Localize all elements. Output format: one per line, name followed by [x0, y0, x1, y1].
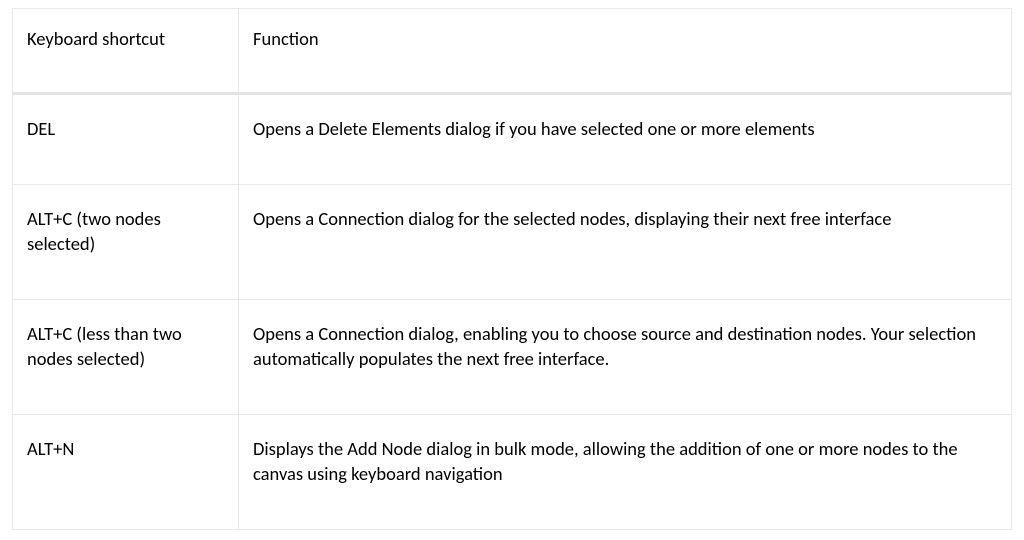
cell-shortcut: ALT+C (two nodes selected) — [13, 184, 239, 299]
cell-function: Opens a Connection dialog for the select… — [239, 184, 1012, 299]
table-row: ALT+C (less than two nodes selected) Ope… — [13, 299, 1012, 414]
table-row: DEL Opens a Delete Elements dialog if yo… — [13, 93, 1012, 184]
cell-shortcut: DEL — [13, 93, 239, 184]
cell-function: Opens a Delete Elements dialog if you ha… — [239, 93, 1012, 184]
keyboard-shortcuts-table: Keyboard shortcut Function DEL Opens a D… — [12, 8, 1012, 530]
header-function: Function — [239, 9, 1012, 94]
cell-shortcut: ALT+C (less than two nodes selected) — [13, 299, 239, 414]
header-shortcut: Keyboard shortcut — [13, 9, 239, 94]
cell-shortcut: ALT+N — [13, 414, 239, 529]
table-row: ALT+C (two nodes selected) Opens a Conne… — [13, 184, 1012, 299]
table-header-row: Keyboard shortcut Function — [13, 9, 1012, 94]
cell-function: Opens a Connection dialog, enabling you … — [239, 299, 1012, 414]
table-row: ALT+N Displays the Add Node dialog in bu… — [13, 414, 1012, 529]
cell-function: Displays the Add Node dialog in bulk mod… — [239, 414, 1012, 529]
